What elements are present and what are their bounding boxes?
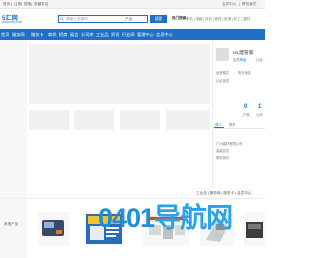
tab-contact[interactable]: 联系 bbox=[229, 122, 236, 127]
top-link-member[interactable]: 会员中心 bbox=[222, 2, 236, 7]
stat-label: 产品 bbox=[243, 113, 250, 117]
product-thumbnail[interactable] bbox=[244, 212, 265, 246]
site-logo[interactable]: 5汇网 bbox=[2, 13, 24, 22]
content-block bbox=[74, 110, 114, 130]
nav-item[interactable]: 公司库 bbox=[81, 32, 94, 38]
nav-item[interactable]: 资讯 bbox=[111, 32, 119, 38]
watermark-suffix: 导航网 bbox=[154, 203, 233, 233]
top-sep: | bbox=[31, 1, 32, 6]
product-thumbnail[interactable] bbox=[38, 212, 70, 246]
top-bar: 首页 | 注册 | 搜索 | 收藏本站 会员中心 | 联系我们 bbox=[0, 0, 265, 9]
product-image bbox=[246, 222, 263, 238]
card-line[interactable]: 联系我们 bbox=[216, 155, 229, 160]
card-line: 广州建材有限公司 bbox=[216, 142, 243, 146]
product-image bbox=[42, 220, 64, 236]
nav-item-home[interactable]: 首页 bbox=[1, 32, 9, 38]
verify-badge: 认证 bbox=[256, 58, 263, 62]
top-sep: | bbox=[239, 1, 240, 6]
nav-item[interactable]: 行业网 bbox=[122, 32, 135, 38]
nav-item[interactable]: 服务网 bbox=[12, 32, 25, 38]
other-products-label: 其他产品 bbox=[4, 222, 19, 226]
search-category-select[interactable]: 产品 bbox=[125, 17, 132, 22]
content-block bbox=[29, 110, 69, 130]
top-sep: | bbox=[11, 1, 12, 6]
info-label: 认证信息 bbox=[216, 79, 230, 83]
top-link-favorite[interactable]: 收藏本站 bbox=[34, 2, 48, 7]
watermark-logo: 0401导航网 bbox=[98, 196, 233, 235]
top-link-contact[interactable]: 联系我们 bbox=[242, 2, 256, 7]
nav-item[interactable]: 招商 bbox=[59, 32, 67, 38]
avatar bbox=[216, 48, 229, 61]
main-nav: 首页 服务网 服务卡 商机 招商 展会 公司库 工业品 资讯 行业网 管理中心 … bbox=[0, 29, 265, 40]
stat-label: 公司 bbox=[256, 113, 263, 117]
top-sep: | bbox=[21, 1, 22, 6]
nav-item[interactable]: 服务卡 bbox=[31, 32, 44, 38]
main-banner bbox=[29, 44, 210, 104]
member-level: 会员等级 bbox=[233, 58, 247, 62]
nav-item[interactable]: 工业品 bbox=[96, 32, 109, 38]
tab-intro[interactable]: 简介 bbox=[215, 122, 222, 127]
company-title[interactable]: HL建管家 bbox=[233, 49, 254, 56]
tab-divider bbox=[214, 128, 265, 129]
content-block bbox=[166, 110, 210, 130]
search-placeholder: 请输入关键词 bbox=[66, 16, 88, 21]
nav-item[interactable]: 会员中心 bbox=[156, 32, 173, 38]
nav-item[interactable]: 展会 bbox=[70, 32, 78, 38]
hot-search-links[interactable]: 手机 | 电脑 | 衬衫 | 家具 | 机械 | 化工 | 建材 bbox=[186, 16, 250, 21]
info-label: 经营模式 bbox=[216, 71, 230, 75]
stat-number: 0 bbox=[244, 104, 248, 110]
info-label: 所在地区 bbox=[238, 71, 252, 75]
site-logo-sub: WWW.5HUI.COM bbox=[2, 21, 22, 24]
stat-number: 1 bbox=[258, 104, 262, 110]
watermark-prefix: 0401 bbox=[98, 203, 155, 233]
nav-item[interactable]: 商机 bbox=[48, 32, 56, 38]
search-button[interactable]: 搜索 bbox=[150, 15, 167, 23]
nav-item[interactable]: 管理中心 bbox=[137, 32, 154, 38]
content-block bbox=[120, 110, 160, 130]
top-link-home[interactable]: 首页 bbox=[3, 2, 10, 7]
card-line: 高级会员 bbox=[216, 149, 230, 153]
search-icon bbox=[60, 17, 64, 21]
